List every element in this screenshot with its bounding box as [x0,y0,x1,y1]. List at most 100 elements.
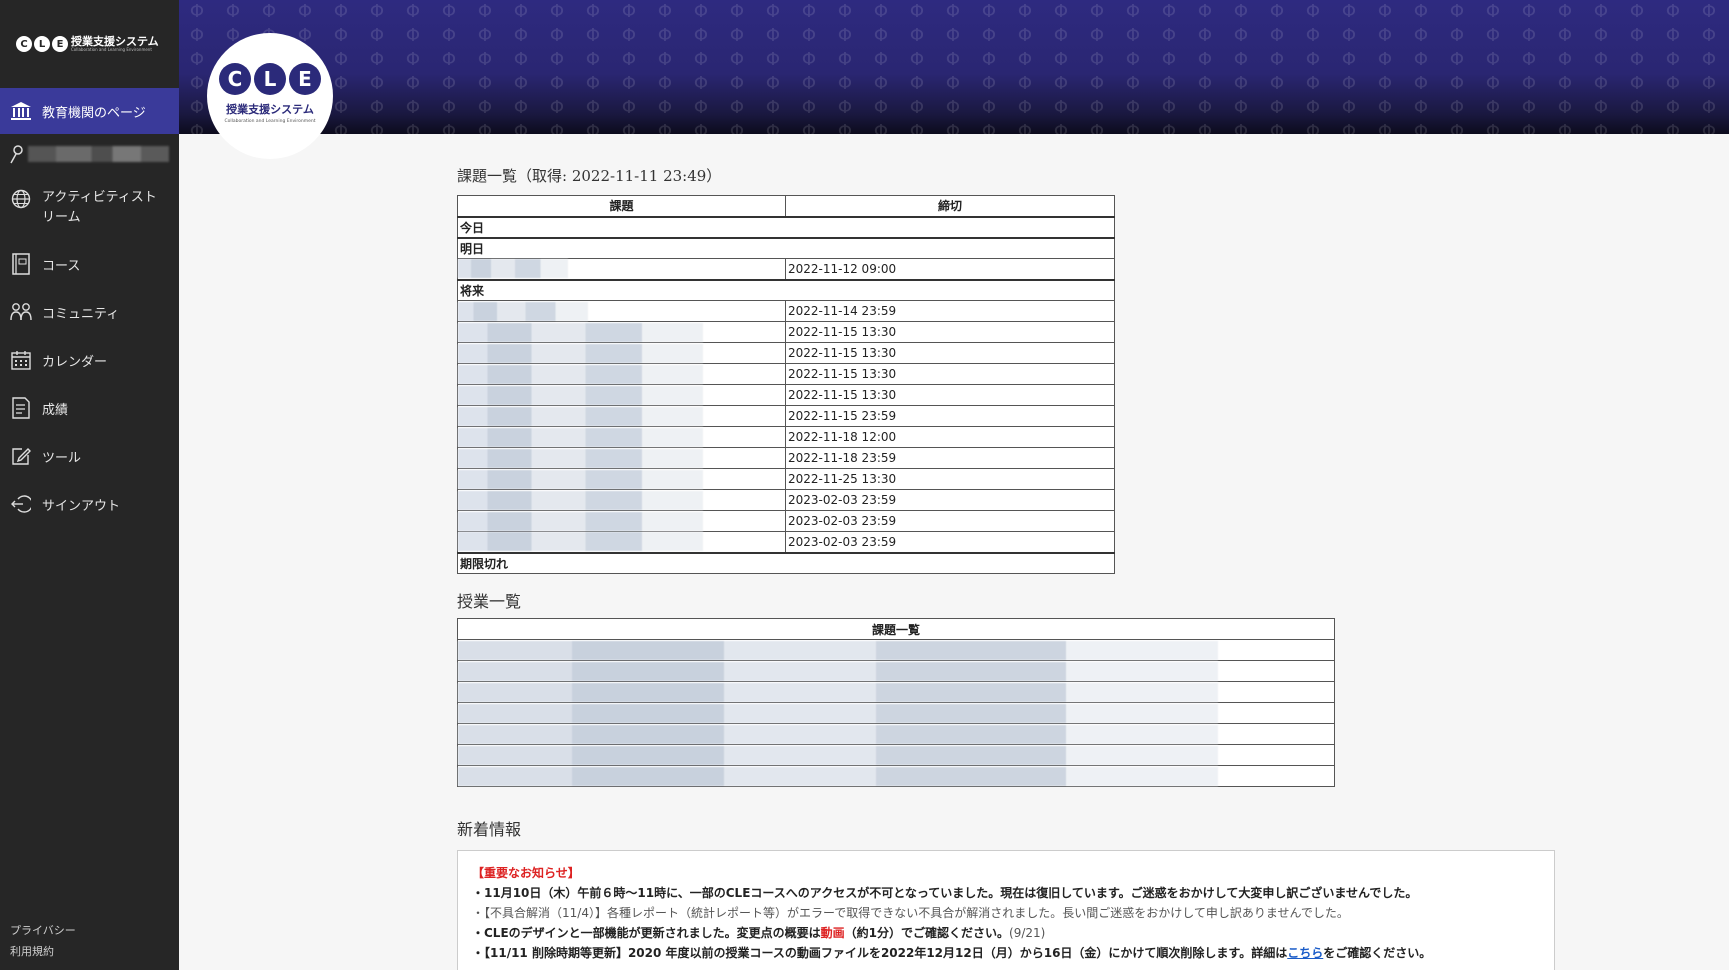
pattern-glyph: Φ [765,121,781,134]
sidebar-item-courses[interactable]: コース [0,240,179,288]
pattern-glyph: Φ [1665,73,1681,94]
course-name-redacted[interactable] [457,681,1335,703]
sidebar-item-signout[interactable]: サインアウト [0,480,179,528]
pattern-glyph: Φ [621,73,637,94]
terms-link[interactable]: 利用規約 [10,941,76,962]
privacy-link[interactable]: プライバシー [10,920,76,941]
news-item: ・CLEのデザインと一部機能が更新されました。変更点の概要は動画（約1分）でご確… [472,926,1046,940]
pattern-glyph: Φ [549,97,565,118]
pattern-glyph: Φ [1305,1,1321,22]
sidebar-item-grades[interactable]: 成績 [0,384,179,432]
group-tomorrow: 明日 [457,236,1115,259]
pattern-glyph: Φ [765,97,781,118]
col-deadline: 締切 [785,195,1115,217]
pattern-glyph: Φ [1377,1,1393,22]
pattern-glyph: Φ [1305,73,1321,94]
course-name-redacted[interactable] [457,765,1335,787]
globe-icon [10,188,32,210]
pattern-glyph: Φ [1485,97,1501,118]
assignment-name-redacted[interactable] [457,531,786,553]
badge-subtitle: Collaboration and Learning Environment [224,118,316,124]
pattern-glyph: Φ [1233,49,1249,70]
assignment-name-redacted[interactable] [457,489,786,511]
pattern-glyph: Φ [369,73,385,94]
pattern-glyph: Φ [1629,121,1645,134]
pattern-glyph: Φ [1197,1,1213,22]
assignment-name-redacted[interactable] [457,405,786,427]
pattern-glyph: Φ [1089,73,1105,94]
pattern-glyph: Φ [477,97,493,118]
assignment-name-redacted[interactable] [457,384,786,406]
assignment-name-redacted[interactable] [457,426,786,448]
details-link[interactable]: こちら [1287,946,1323,960]
pattern-glyph: Φ [945,97,961,118]
pattern-glyph: Φ [1197,25,1213,46]
sidebar-item-activity-stream[interactable]: アクティビティストリーム [0,174,179,240]
pattern-glyph: Φ [1449,1,1465,22]
pattern-glyph: Φ [657,73,673,94]
assignment-name-redacted[interactable] [457,300,786,322]
sidebar-logo[interactable]: CLE 授業支援システム Collaboration and Learning E… [0,0,179,88]
sidebar-item-community[interactable]: コミュニティ [0,288,179,336]
pattern-glyph: Φ [1053,49,1069,70]
assignment-name-redacted[interactable] [457,258,786,280]
pattern-glyph: Φ [1125,1,1141,22]
pattern-glyph: Φ [513,121,529,134]
pattern-glyph: Φ [405,1,421,22]
pattern-glyph: Φ [1557,121,1573,134]
pattern-glyph: Φ [441,49,457,70]
course-name-redacted[interactable] [457,702,1335,724]
pattern-glyph: Φ [1269,25,1285,46]
pattern-glyph: Φ [837,49,853,70]
assignment-name-redacted[interactable] [457,468,786,490]
course-name-redacted[interactable] [457,744,1335,766]
pattern-glyph: Φ [1377,49,1393,70]
pattern-glyph: Φ [513,25,529,46]
pattern-glyph: Φ [1017,97,1033,118]
news-important: 【重要なお知らせ】 [472,866,580,880]
pattern-glyph: Φ [1269,97,1285,118]
deadline-cell: 2023-02-03 23:59 [785,489,1115,511]
course-name-redacted[interactable] [457,660,1335,682]
pattern-glyph: Φ [369,97,385,118]
sidebar-item-profile[interactable] [0,134,179,174]
pattern-glyph: Φ [981,97,997,118]
table-row [457,723,1335,745]
group-today: 今日 [457,215,1115,238]
sidebar-item-institution[interactable]: 教育機関のページ [0,88,179,134]
course-name-redacted[interactable] [457,723,1335,745]
pattern-glyph: Φ [1233,121,1249,134]
table-row: 2023-02-03 23:59 [457,531,1115,553]
cle-badge-logo[interactable]: CLE 授業支援システム Collaboration and Learning … [207,33,333,159]
pattern-glyph: Φ [1665,97,1681,118]
pattern-glyph: Φ [621,25,637,46]
pattern-glyph: Φ [837,25,853,46]
pattern-glyph: Φ [1341,73,1357,94]
pattern-glyph: Φ [873,1,889,22]
course-name-redacted[interactable] [457,639,1335,661]
assignment-name-redacted[interactable] [457,447,786,469]
assignment-name-redacted[interactable] [457,510,786,532]
pattern-glyph: Φ [1161,73,1177,94]
sidebar-item-tools[interactable]: ツール [0,432,179,480]
assignment-name-redacted[interactable] [457,363,786,385]
assignment-name-redacted[interactable] [457,321,786,343]
table-row: 2023-02-03 23:59 [457,510,1115,532]
assignment-name-redacted[interactable] [457,342,786,364]
pattern-glyph: Φ [405,97,421,118]
news-title: 新着情報 [457,820,522,839]
pattern-glyph: Φ [1053,1,1069,22]
video-link[interactable]: 動画 [821,926,845,940]
table-row: 2022-11-14 23:59 [457,300,1115,322]
col-assignment-list: 課題一覧 [457,618,1335,640]
pattern-glyph: Φ [657,1,673,22]
sidebar-item-calendar[interactable]: カレンダー [0,336,179,384]
news-item: ・【不具合解消（11/4）】各種レポート（統計レポート等）がエラーで取得できない… [472,906,1349,920]
pattern-glyph: Φ [1485,73,1501,94]
pattern-glyph: Φ [909,121,925,134]
pattern-glyph: Φ [225,1,241,22]
pattern-glyph: Φ [1521,49,1537,70]
news-item: ・11月10日（木）午前６時〜11時に、一部のCLEコースへのアクセスが不可とな… [472,886,1418,900]
pattern-glyph: Φ [1053,25,1069,46]
pattern-glyph: Φ [441,25,457,46]
